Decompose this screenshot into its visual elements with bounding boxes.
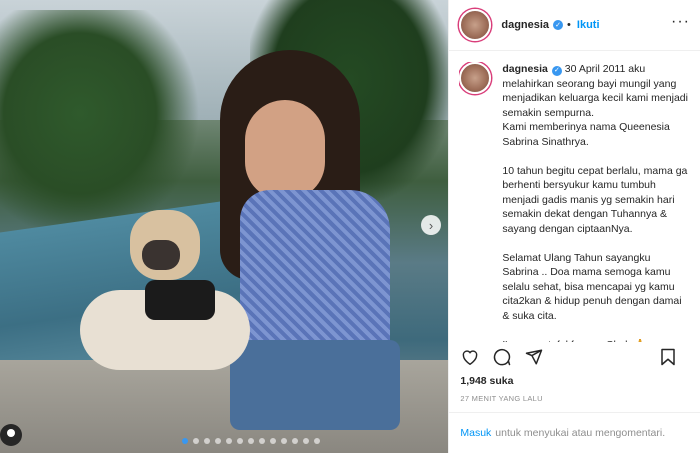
action-bar <box>459 345 689 369</box>
carousel-dot <box>314 438 320 444</box>
header-separator: • <box>567 19 571 31</box>
verified-icon: ✓ <box>551 66 562 77</box>
carousel-dot <box>193 438 199 444</box>
user-tag-icon[interactable] <box>0 424 22 446</box>
carousel-dot <box>270 438 276 444</box>
follow-button[interactable]: Ikuti <box>577 19 600 31</box>
carousel-dot <box>226 438 232 444</box>
photo-dog-harness <box>145 280 215 320</box>
caption-avatar[interactable] <box>459 62 492 94</box>
photo-shirt <box>240 190 390 350</box>
post-photo[interactable]: › <box>0 0 449 453</box>
carousel-dot <box>248 438 254 444</box>
carousel-dot <box>281 438 287 444</box>
carousel-indicator <box>182 438 320 444</box>
photo-girl <box>80 40 400 453</box>
login-link[interactable]: Masuk <box>460 427 491 439</box>
more-options-icon[interactable]: ··· <box>671 13 690 31</box>
carousel-dot <box>182 438 188 444</box>
photo-dog <box>70 210 250 380</box>
avatar[interactable] <box>459 9 492 41</box>
caption-username[interactable]: dagnesia <box>502 63 548 75</box>
post-header: dagnesia ✓ • Ikuti ··· <box>449 0 700 51</box>
heart-icon[interactable] <box>459 346 481 368</box>
share-icon[interactable] <box>523 346 545 368</box>
carousel-dot <box>303 438 309 444</box>
photo-dog-snout <box>142 240 180 270</box>
carousel-dot <box>204 438 210 444</box>
login-prompt: Masuk untuk menyukai atau mengomentari. <box>449 412 700 453</box>
photo-shorts <box>230 340 400 430</box>
caption-text: dagnesia ✓ 30 April 2011 aku melahirkan s… <box>502 62 689 342</box>
username-link[interactable]: dagnesia <box>501 19 549 31</box>
carousel-dot <box>259 438 265 444</box>
photo-face <box>245 100 325 200</box>
carousel-dot <box>215 438 221 444</box>
like-count[interactable]: 1,948 suka <box>460 375 513 387</box>
chevron-right-icon[interactable]: › <box>421 215 441 235</box>
post-caption: dagnesia ✓ 30 April 2011 aku melahirkan s… <box>459 62 689 342</box>
instagram-post: › dagnesia ✓ • Ikuti ··· dagnesia ✓ 30 Ap… <box>0 0 700 453</box>
post-timestamp[interactable]: 27 MENIT YANG LALU <box>460 394 543 403</box>
caption-body: 30 April 2011 aku melahirkan seorang bay… <box>502 63 688 342</box>
verified-icon: ✓ <box>553 20 564 30</box>
login-prompt-text: untuk menyukai atau mengomentari. <box>495 427 666 439</box>
carousel-dot <box>237 438 243 444</box>
carousel-dot <box>292 438 298 444</box>
comment-icon[interactable] <box>491 346 513 368</box>
bookmark-icon[interactable] <box>657 346 679 368</box>
post-sidebar: dagnesia ✓ • Ikuti ··· dagnesia ✓ 30 Apri… <box>448 0 700 453</box>
